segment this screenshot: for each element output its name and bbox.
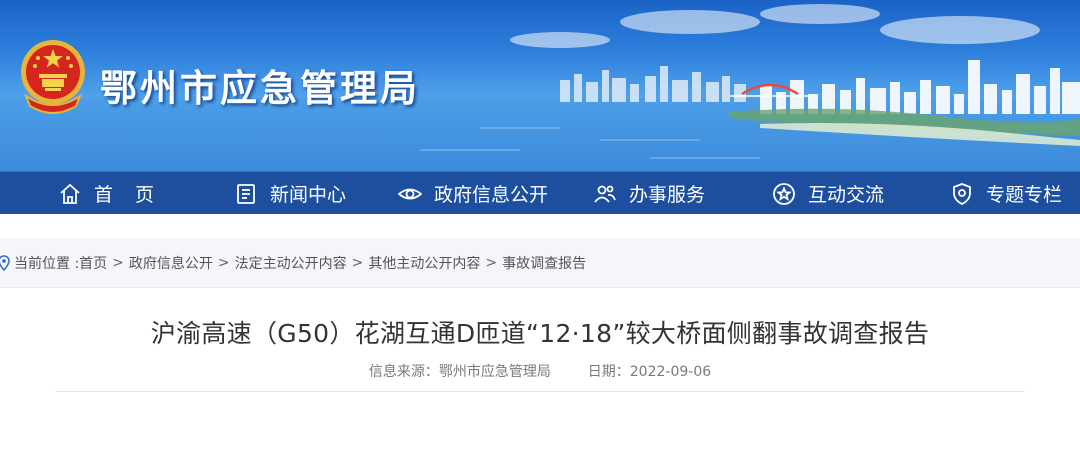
shield-icon (950, 182, 974, 206)
date-value: 2022-09-06 (629, 364, 712, 380)
breadcrumb-separator: > (112, 254, 124, 271)
breadcrumb-item-statutory[interactable]: 法定主动公开内容 (235, 253, 347, 273)
main-nav: 首页 新闻中心 政府信息公开 办事服务 互动交流 专题专栏 (0, 171, 1080, 214)
national-emblem-icon (21, 40, 85, 114)
breadcrumb-prefix: 当前位置 : (14, 255, 80, 272)
breadcrumb-separator: > (485, 254, 498, 271)
star-circle-icon (772, 182, 796, 206)
source-label: 信息来源： (368, 364, 439, 380)
breadcrumb: 当前位置 : 首页 > 政府信息公开 > 法定主动公开内容 > 其他主动公开内容… (0, 238, 1080, 288)
site-title: 鄂州市应急管理局 (100, 67, 420, 110)
nav-item-news[interactable]: 新闻中心 (234, 172, 346, 215)
breadcrumb-item-accident-reports[interactable]: 事故调查报告 (502, 253, 586, 273)
content-divider (55, 391, 1025, 392)
breadcrumb-item-other[interactable]: 其他主动公开内容 (368, 253, 480, 273)
breadcrumb-separator: > (351, 254, 364, 271)
date-label: 日期： (587, 364, 630, 380)
eye-icon (398, 182, 422, 206)
nav-item-topics[interactable]: 专题专栏 (950, 172, 1062, 215)
nav-item-gov-info[interactable]: 政府信息公开 (398, 172, 548, 215)
newspaper-icon (234, 182, 258, 206)
home-icon (58, 182, 82, 206)
breadcrumb-item-gov-info[interactable]: 政府信息公开 (129, 253, 213, 273)
article-meta: 信息来源：鄂州市应急管理局 日期：2022-09-06 (0, 361, 1080, 381)
location-pin-icon (0, 254, 10, 271)
nav-item-home[interactable]: 首页 (58, 172, 176, 215)
people-icon (593, 182, 617, 206)
breadcrumb-item-home[interactable]: 首页 (79, 253, 107, 273)
source-value: 鄂州市应急管理局 (438, 364, 551, 380)
nav-item-interaction[interactable]: 互动交流 (772, 172, 884, 215)
breadcrumb-separator: > (217, 254, 230, 271)
nav-item-services[interactable]: 办事服务 (593, 172, 705, 215)
header-banner: 鄂州市应急管理局 (0, 0, 1080, 171)
article-title: 沪渝高速（G50）花湖互通D匝道“12·18”较大桥面侧翻事故调查报告 (150, 319, 930, 348)
